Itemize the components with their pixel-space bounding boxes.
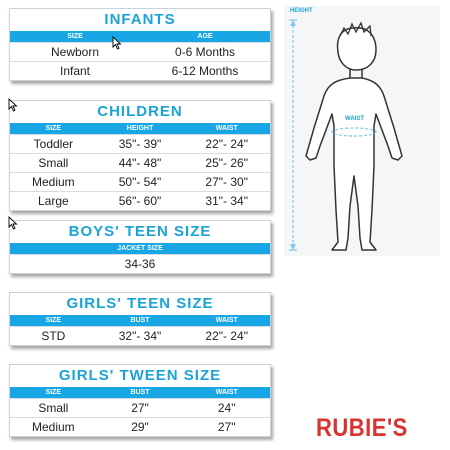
table-cell: 6-12 Months bbox=[171, 64, 239, 78]
table-row: Toddler 35"- 39" 22"- 24" bbox=[10, 134, 270, 153]
infants-title: INFANTS bbox=[104, 11, 176, 28]
table-cell: 27"- 30" bbox=[205, 175, 248, 189]
boys-teen-header-jacket-size: JACKET SIZE bbox=[117, 245, 163, 252]
table-cell: 31"- 34" bbox=[205, 194, 248, 208]
girls-teen-header-size: SIZE bbox=[45, 317, 62, 324]
table-cell: Small bbox=[38, 156, 69, 170]
table-cell: STD bbox=[41, 329, 66, 343]
boys-teen-header-row: JACKET SIZE bbox=[10, 243, 270, 254]
girls-tween-header-row: SIZE BUST WAIST bbox=[10, 387, 270, 398]
children-header-size: SIZE bbox=[45, 125, 62, 132]
table-cell: 56"- 60" bbox=[118, 194, 162, 208]
waist-label: WAIST bbox=[345, 116, 364, 122]
table-cell: Small bbox=[38, 401, 69, 415]
girls-tween-header-bust: BUST bbox=[130, 389, 150, 396]
girls-teen-header-bust: BUST bbox=[130, 317, 150, 324]
boys-teen-size-table: BOYS' TEEN SIZE JACKET SIZE 34-36 bbox=[9, 220, 271, 274]
table-cell: 34-36 bbox=[124, 257, 156, 271]
girls-tween-title: GIRLS' TWEEN SIZE bbox=[58, 367, 222, 384]
table-cell: Toddler bbox=[33, 137, 74, 151]
table-cell: 29" bbox=[131, 420, 149, 434]
girls-teen-size-table: GIRLS' TEEN SIZE SIZE BUST WAIST STD 32"… bbox=[9, 292, 271, 346]
table-cell: Medium bbox=[31, 420, 75, 434]
infants-size-table: INFANTS SIZE AGE Newborn 0-6 Months Infa… bbox=[9, 8, 271, 81]
table-cell: Large bbox=[37, 194, 69, 208]
infants-header-age: AGE bbox=[197, 33, 213, 40]
height-label: HEIGHT bbox=[290, 8, 313, 14]
table-row: STD 32"- 34" 22"- 24" bbox=[10, 326, 270, 345]
children-size-table: CHILDREN SIZE HEIGHT WAIST Toddler 35"- … bbox=[9, 100, 271, 211]
girls-teen-header-waist: WAIST bbox=[215, 317, 238, 324]
children-title: CHILDREN bbox=[97, 103, 183, 120]
girls-teen-title: GIRLS' TEEN SIZE bbox=[66, 295, 214, 312]
table-row: Small 44"- 48" 25"- 26" bbox=[10, 153, 270, 172]
table-cell: Medium bbox=[31, 175, 75, 189]
girls-tween-header-waist: WAIST bbox=[215, 389, 238, 396]
table-row: Small 27" 24" bbox=[10, 398, 270, 417]
table-cell: 50"- 54" bbox=[118, 175, 162, 189]
girls-tween-size-table: GIRLS' TWEEN SIZE SIZE BUST WAIST Small … bbox=[9, 364, 271, 437]
brand-logo: RUBIE'S bbox=[316, 413, 408, 442]
table-row: Medium 50"- 54" 27"- 30" bbox=[10, 172, 270, 191]
table-row: 34-36 bbox=[10, 254, 270, 273]
child-body-outline bbox=[289, 19, 403, 251]
table-cell: Infant bbox=[59, 64, 91, 78]
table-cell: 44"- 48" bbox=[118, 156, 162, 170]
table-row: Medium 29" 27" bbox=[10, 417, 270, 436]
children-header-waist: WAIST bbox=[215, 125, 238, 132]
table-row: Infant 6-12 Months bbox=[10, 61, 270, 80]
table-row: Large 56"- 60" 31"- 34" bbox=[10, 191, 270, 210]
table-row: Newborn 0-6 Months bbox=[10, 42, 270, 61]
children-header-height: HEIGHT bbox=[126, 125, 154, 132]
girls-teen-header-row: SIZE BUST WAIST bbox=[10, 315, 270, 326]
mouse-cursor-icon bbox=[112, 36, 122, 50]
mouse-cursor-icon bbox=[8, 216, 18, 230]
table-cell: 35"- 39" bbox=[118, 137, 162, 151]
infants-header-row: SIZE AGE bbox=[10, 31, 270, 42]
table-cell: 27" bbox=[217, 420, 236, 434]
measurement-figure: HEIGHT WAIST bbox=[284, 6, 440, 256]
table-cell: 22"- 24" bbox=[205, 137, 248, 151]
table-cell: 22"- 24" bbox=[205, 329, 248, 343]
mouse-cursor-icon bbox=[8, 98, 18, 112]
table-cell: 32"- 34" bbox=[118, 329, 162, 343]
table-cell: 24" bbox=[217, 401, 236, 415]
table-cell: 25"- 26" bbox=[205, 156, 248, 170]
boys-teen-title: BOYS' TEEN SIZE bbox=[68, 223, 212, 240]
table-cell: 0-6 Months bbox=[174, 45, 236, 59]
girls-tween-header-size: SIZE bbox=[45, 389, 62, 396]
table-cell: 27" bbox=[131, 401, 149, 415]
children-header-row: SIZE HEIGHT WAIST bbox=[10, 123, 270, 134]
